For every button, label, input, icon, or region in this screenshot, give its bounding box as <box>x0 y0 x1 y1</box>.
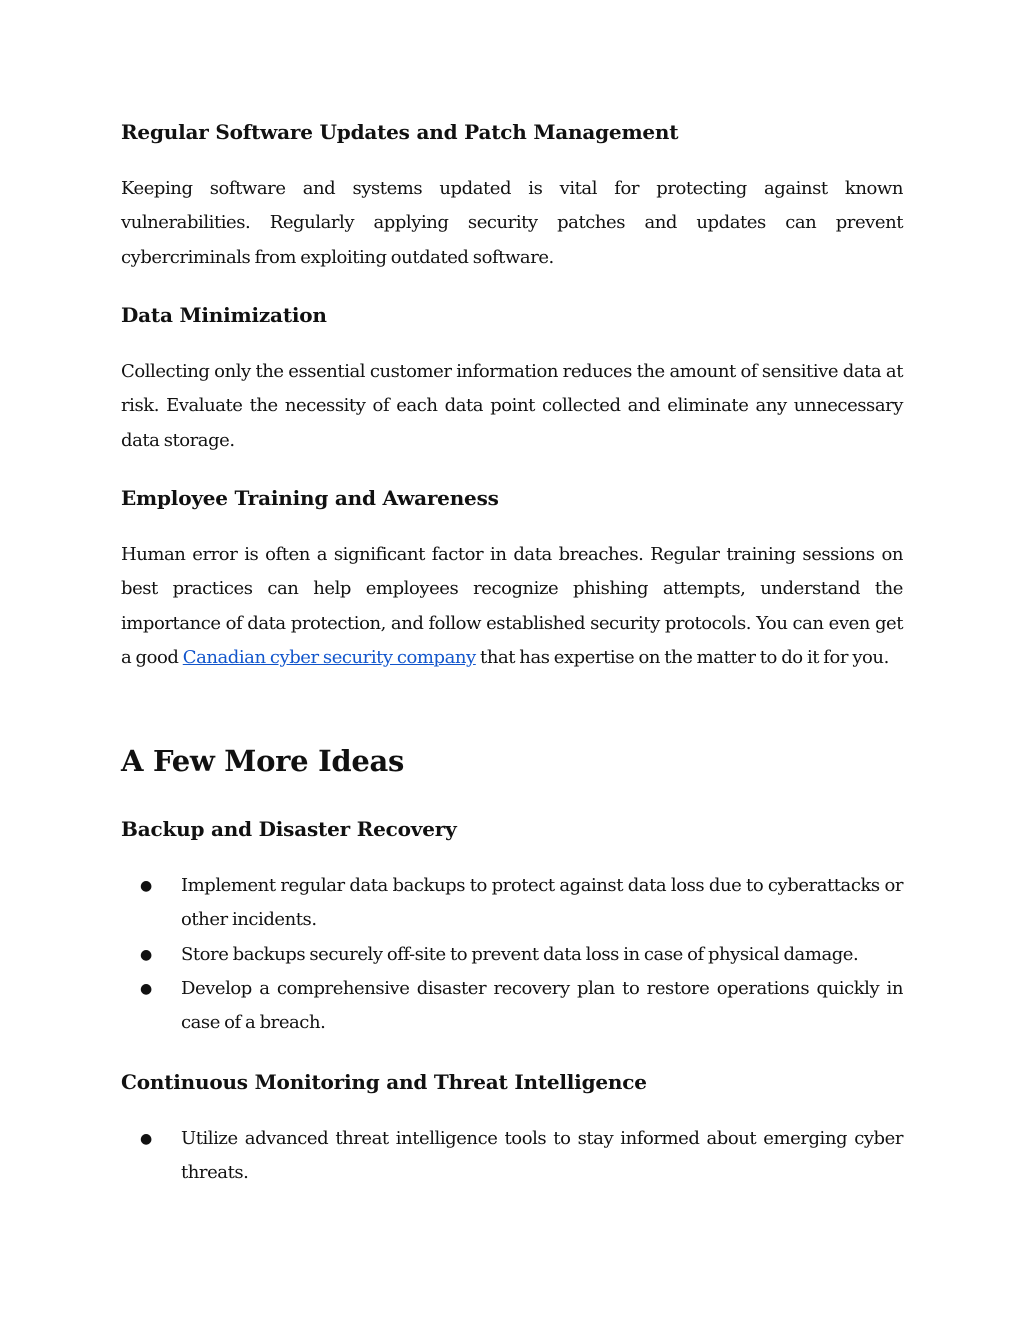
section-paragraph: Human error is often a significant facto… <box>121 538 903 675</box>
list-item: ● Implement regular data backups to prote… <box>121 869 903 938</box>
bullet-icon: ● <box>140 878 152 894</box>
main-heading: A Few More Ideas <box>121 744 404 778</box>
bullet-icon: ● <box>140 946 152 963</box>
subsection-heading: Continuous Monitoring and Threat Intelli… <box>121 1070 647 1094</box>
list-item: ● Develop a comprehensive disaster recove… <box>121 972 903 1041</box>
bullet-list: ● Implement regular data backups to prote… <box>121 869 903 1040</box>
section-heading: Employee Training and Awareness <box>121 486 499 510</box>
list-item: ● Store backups securely off-site to prev… <box>121 938 903 972</box>
section-heading: Regular Software Updates and Patch Manag… <box>121 120 679 144</box>
bullet-icon: ● <box>140 980 152 997</box>
list-item: ● Utilize advanced threat intelligence to… <box>121 1122 903 1191</box>
canadian-cyber-security-link[interactable]: Canadian cyber security company <box>183 647 476 668</box>
section-paragraph: Keeping software and systems updated is … <box>121 178 903 268</box>
bullet-icon: ● <box>140 1131 152 1147</box>
section-paragraph: Collecting only the essential customer i… <box>121 361 903 451</box>
bullet-list: ● Utilize advanced threat intelligence to… <box>121 1122 903 1191</box>
section-heading: Data Minimization <box>121 303 327 327</box>
subsection-heading: Backup and Disaster Recovery <box>121 817 457 841</box>
paragraph-text: that has expertise on the matter to do i… <box>475 646 889 668</box>
